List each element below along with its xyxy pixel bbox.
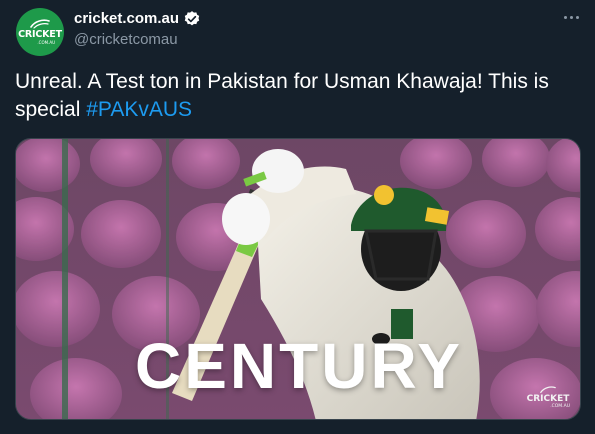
more-horizontal-icon [563,15,567,19]
display-name[interactable]: cricket.com.au [74,9,179,29]
avatar-brand-sub: .COM.AU [37,40,55,45]
tweet-photo[interactable]: CENTURY CRICKET .COM.AU [15,138,581,420]
user-handle[interactable]: @cricketcomau [74,30,178,50]
tweet-card[interactable]: CRICKET .COM.AU cricket.com.au @cricketc… [0,0,595,434]
hashtag-link[interactable]: #PAKvAUS [86,98,192,121]
avatar-brand-word: CRICKET [18,29,62,40]
more-options-button[interactable] [557,6,585,28]
tweet-text: Unreal. A Test ton in Pakistan for Usman… [15,68,585,124]
century-overlay-text: CENTURY [135,330,463,402]
watermark-swoosh-icon [540,386,556,394]
watermark-logo: CRICKET .COM.AU [526,386,570,409]
watermark-word: CRICKET [526,394,570,404]
avatar[interactable]: CRICKET .COM.AU [16,8,64,56]
swoosh-icon [30,19,50,29]
watermark-sub: .COM.AU [550,404,570,409]
verified-badge-icon [184,11,200,26]
